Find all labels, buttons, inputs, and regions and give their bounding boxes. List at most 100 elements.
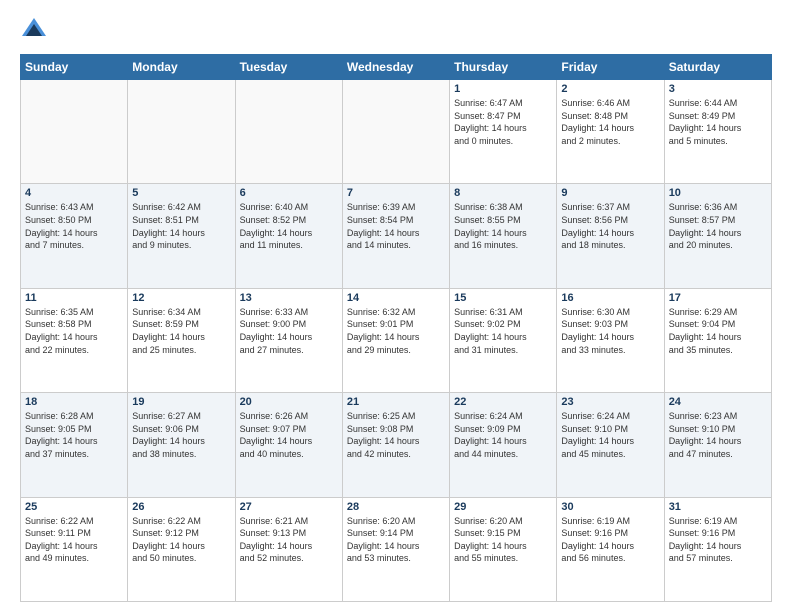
day-number: 11 xyxy=(25,292,123,304)
calendar-table: SundayMondayTuesdayWednesdayThursdayFrid… xyxy=(20,54,772,602)
calendar-cell: 17 Sunrise: 6:29 AM Sunset: 9:04 PM Dayli… xyxy=(664,288,771,392)
day-info: Sunrise: 6:28 AM Sunset: 9:05 PM Dayligh… xyxy=(25,410,123,460)
day-info: Sunrise: 6:31 AM Sunset: 9:02 PM Dayligh… xyxy=(454,306,552,356)
day-info: Sunrise: 6:44 AM Sunset: 8:49 PM Dayligh… xyxy=(669,97,767,147)
day-number: 24 xyxy=(669,396,767,408)
calendar-cell: 3 Sunrise: 6:44 AM Sunset: 8:49 PM Daylig… xyxy=(664,80,771,184)
day-number: 14 xyxy=(347,292,445,304)
day-number: 13 xyxy=(240,292,338,304)
calendar-cell: 23 Sunrise: 6:24 AM Sunset: 9:10 PM Dayli… xyxy=(557,393,664,497)
day-number: 1 xyxy=(454,83,552,95)
calendar-cell: 27 Sunrise: 6:21 AM Sunset: 9:13 PM Dayli… xyxy=(235,497,342,601)
calendar-cell: 21 Sunrise: 6:25 AM Sunset: 9:08 PM Dayli… xyxy=(342,393,449,497)
day-number: 28 xyxy=(347,501,445,513)
calendar-header-saturday: Saturday xyxy=(664,55,771,80)
day-info: Sunrise: 6:29 AM Sunset: 9:04 PM Dayligh… xyxy=(669,306,767,356)
day-number: 16 xyxy=(561,292,659,304)
calendar-cell: 15 Sunrise: 6:31 AM Sunset: 9:02 PM Dayli… xyxy=(450,288,557,392)
calendar-week-2: 11 Sunrise: 6:35 AM Sunset: 8:58 PM Dayli… xyxy=(21,288,772,392)
calendar-cell: 9Sunrise: 6:37 AM Sunset: 8:56 PM Daylig… xyxy=(557,184,664,288)
calendar-header-wednesday: Wednesday xyxy=(342,55,449,80)
day-number: 6 xyxy=(240,187,338,199)
day-info: Sunrise: 6:38 AM Sunset: 8:55 PM Dayligh… xyxy=(454,201,552,251)
calendar-cell: 10 Sunrise: 6:36 AM Sunset: 8:57 PM Dayli… xyxy=(664,184,771,288)
day-info: Sunrise: 6:42 AM Sunset: 8:51 PM Dayligh… xyxy=(132,201,230,251)
day-number: 25 xyxy=(25,501,123,513)
day-info: Sunrise: 6:35 AM Sunset: 8:58 PM Dayligh… xyxy=(25,306,123,356)
day-info: Sunrise: 6:46 AM Sunset: 8:48 PM Dayligh… xyxy=(561,97,659,147)
day-info: Sunrise: 6:24 AM Sunset: 9:10 PM Dayligh… xyxy=(561,410,659,460)
calendar-cell: 14 Sunrise: 6:32 AM Sunset: 9:01 PM Dayli… xyxy=(342,288,449,392)
calendar-cell: 5 Sunrise: 6:42 AM Sunset: 8:51 PM Daylig… xyxy=(128,184,235,288)
day-number: 23 xyxy=(561,396,659,408)
day-number: 19 xyxy=(132,396,230,408)
day-number: 18 xyxy=(25,396,123,408)
day-number: 2 xyxy=(561,83,659,95)
header xyxy=(20,16,772,44)
day-number: 22 xyxy=(454,396,552,408)
day-info: Sunrise: 6:19 AM Sunset: 9:16 PM Dayligh… xyxy=(561,515,659,565)
day-info: Sunrise: 6:22 AM Sunset: 9:11 PM Dayligh… xyxy=(25,515,123,565)
calendar-cell: 2 Sunrise: 6:46 AM Sunset: 8:48 PM Daylig… xyxy=(557,80,664,184)
calendar-cell: 29Sunrise: 6:20 AM Sunset: 9:15 PM Dayli… xyxy=(450,497,557,601)
calendar-cell: 13 Sunrise: 6:33 AM Sunset: 9:00 PM Dayli… xyxy=(235,288,342,392)
calendar-cell: 28 Sunrise: 6:20 AM Sunset: 9:14 PM Dayli… xyxy=(342,497,449,601)
day-info: Sunrise: 6:32 AM Sunset: 9:01 PM Dayligh… xyxy=(347,306,445,356)
day-info: Sunrise: 6:33 AM Sunset: 9:00 PM Dayligh… xyxy=(240,306,338,356)
calendar-header-thursday: Thursday xyxy=(450,55,557,80)
logo-icon xyxy=(20,16,48,44)
day-info: Sunrise: 6:47 AM Sunset: 8:47 PM Dayligh… xyxy=(454,97,552,147)
day-number: 21 xyxy=(347,396,445,408)
calendar-header-sunday: Sunday xyxy=(21,55,128,80)
day-info: Sunrise: 6:37 AM Sunset: 8:56 PM Dayligh… xyxy=(561,201,659,251)
day-info: Sunrise: 6:21 AM Sunset: 9:13 PM Dayligh… xyxy=(240,515,338,565)
day-number: 17 xyxy=(669,292,767,304)
day-number: 8 xyxy=(454,187,552,199)
calendar-cell: 20Sunrise: 6:26 AM Sunset: 9:07 PM Dayli… xyxy=(235,393,342,497)
day-number: 12 xyxy=(132,292,230,304)
day-info: Sunrise: 6:27 AM Sunset: 9:06 PM Dayligh… xyxy=(132,410,230,460)
calendar-header-monday: Monday xyxy=(128,55,235,80)
day-number: 3 xyxy=(669,83,767,95)
calendar-week-4: 25 Sunrise: 6:22 AM Sunset: 9:11 PM Dayli… xyxy=(21,497,772,601)
day-number: 31 xyxy=(669,501,767,513)
day-number: 7 xyxy=(347,187,445,199)
calendar-cell xyxy=(235,80,342,184)
day-info: Sunrise: 6:23 AM Sunset: 9:10 PM Dayligh… xyxy=(669,410,767,460)
day-info: Sunrise: 6:39 AM Sunset: 8:54 PM Dayligh… xyxy=(347,201,445,251)
day-number: 30 xyxy=(561,501,659,513)
calendar-cell: 6 Sunrise: 6:40 AM Sunset: 8:52 PM Daylig… xyxy=(235,184,342,288)
calendar-cell xyxy=(128,80,235,184)
calendar-header-tuesday: Tuesday xyxy=(235,55,342,80)
calendar-cell xyxy=(21,80,128,184)
calendar-cell: 22Sunrise: 6:24 AM Sunset: 9:09 PM Dayli… xyxy=(450,393,557,497)
calendar-cell: 19 Sunrise: 6:27 AM Sunset: 9:06 PM Dayli… xyxy=(128,393,235,497)
day-info: Sunrise: 6:36 AM Sunset: 8:57 PM Dayligh… xyxy=(669,201,767,251)
calendar-week-3: 18 Sunrise: 6:28 AM Sunset: 9:05 PM Dayli… xyxy=(21,393,772,497)
day-number: 29 xyxy=(454,501,552,513)
day-info: Sunrise: 6:25 AM Sunset: 9:08 PM Dayligh… xyxy=(347,410,445,460)
day-info: Sunrise: 6:19 AM Sunset: 9:16 PM Dayligh… xyxy=(669,515,767,565)
day-number: 20 xyxy=(240,396,338,408)
calendar-week-1: 4Sunrise: 6:43 AM Sunset: 8:50 PM Daylig… xyxy=(21,184,772,288)
day-number: 5 xyxy=(132,187,230,199)
calendar-cell: 18 Sunrise: 6:28 AM Sunset: 9:05 PM Dayli… xyxy=(21,393,128,497)
day-info: Sunrise: 6:40 AM Sunset: 8:52 PM Dayligh… xyxy=(240,201,338,251)
calendar-cell: 24 Sunrise: 6:23 AM Sunset: 9:10 PM Dayli… xyxy=(664,393,771,497)
calendar-cell: 26 Sunrise: 6:22 AM Sunset: 9:12 PM Dayli… xyxy=(128,497,235,601)
day-number: 27 xyxy=(240,501,338,513)
calendar-cell: 25 Sunrise: 6:22 AM Sunset: 9:11 PM Dayli… xyxy=(21,497,128,601)
day-info: Sunrise: 6:43 AM Sunset: 8:50 PM Dayligh… xyxy=(25,201,123,251)
calendar-cell: 4Sunrise: 6:43 AM Sunset: 8:50 PM Daylig… xyxy=(21,184,128,288)
day-number: 15 xyxy=(454,292,552,304)
day-number: 10 xyxy=(669,187,767,199)
day-info: Sunrise: 6:20 AM Sunset: 9:14 PM Dayligh… xyxy=(347,515,445,565)
day-info: Sunrise: 6:22 AM Sunset: 9:12 PM Dayligh… xyxy=(132,515,230,565)
calendar-header-friday: Friday xyxy=(557,55,664,80)
calendar-cell: 12 Sunrise: 6:34 AM Sunset: 8:59 PM Dayli… xyxy=(128,288,235,392)
calendar-cell: 30 Sunrise: 6:19 AM Sunset: 9:16 PM Dayli… xyxy=(557,497,664,601)
day-number: 26 xyxy=(132,501,230,513)
day-info: Sunrise: 6:34 AM Sunset: 8:59 PM Dayligh… xyxy=(132,306,230,356)
logo xyxy=(20,16,52,44)
calendar-week-0: 1 Sunrise: 6:47 AM Sunset: 8:47 PM Daylig… xyxy=(21,80,772,184)
